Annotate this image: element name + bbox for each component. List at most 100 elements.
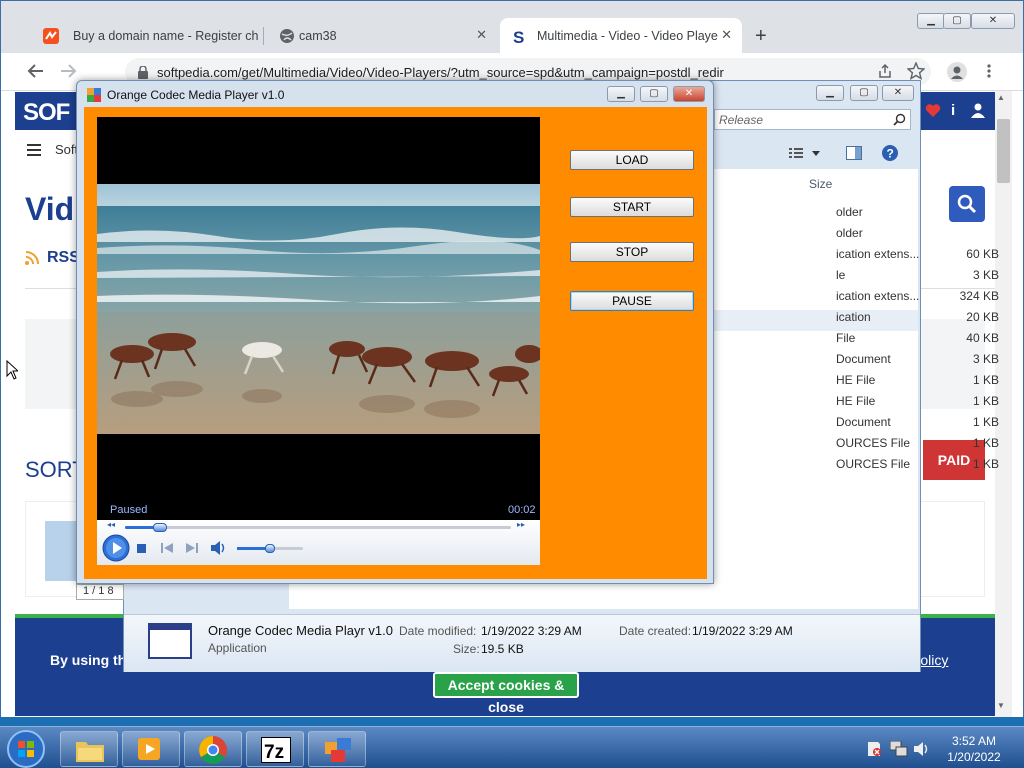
rss-link[interactable]: RSS	[47, 249, 80, 267]
view-options-icon[interactable]	[789, 147, 821, 159]
file-size: 40 KB	[966, 331, 999, 345]
volume-slider[interactable]	[237, 544, 303, 553]
taskbar: 7z 3:52 AM 1/20/2022	[0, 726, 1024, 768]
tab-strip: Buy a domain name - Register ch cam38 ✕ …	[1, 1, 1023, 53]
network-icon[interactable]	[890, 741, 908, 757]
start-button[interactable]: START	[570, 197, 694, 217]
volume-handle[interactable]	[265, 544, 275, 553]
info-icon[interactable]: i	[951, 102, 955, 119]
status-bar-fragment: 1 / 1 8	[76, 584, 124, 600]
new-tab-button[interactable]: +	[755, 25, 767, 48]
tab-domain[interactable]: Buy a domain name - Register ch	[29, 18, 261, 53]
file-size: 3 KB	[972, 268, 999, 282]
explorer-search-input[interactable]: Release	[714, 109, 911, 130]
heart-icon[interactable]	[925, 103, 941, 118]
clock-time: 3:52 AM	[951, 734, 997, 748]
seek-bar[interactable]	[125, 523, 511, 532]
app-icon	[87, 88, 101, 102]
tab-close-icon[interactable]: ✕	[721, 27, 732, 43]
action-center-icon[interactable]	[866, 741, 882, 757]
load-button[interactable]: LOAD	[570, 150, 694, 170]
tab-label: Buy a domain name - Register ch	[73, 29, 259, 43]
rss-icon[interactable]	[25, 251, 39, 265]
explorer-maximize-button[interactable]: ▢	[850, 85, 878, 101]
url-text: softpedia.com/get/Multimedia/Video/Video…	[157, 65, 724, 80]
tab-label: cam38	[299, 29, 337, 43]
seek-handle[interactable]	[152, 523, 167, 532]
detail-modified-value: 1/19/2022 3:29 AM	[481, 624, 582, 638]
file-size: 1 KB	[972, 415, 999, 429]
video-display[interactable]: Paused 00:02	[97, 117, 540, 520]
stop-icon[interactable]	[137, 544, 146, 553]
hamburger-icon[interactable]	[27, 144, 41, 156]
detail-size-value: 19.5 KB	[481, 642, 524, 656]
preview-pane-icon[interactable]	[846, 146, 862, 160]
transport-controls: ◂◂ ▸▸	[97, 520, 540, 565]
detail-filename: Orange Codec Media Playr v1.0	[208, 623, 393, 638]
fast-forward-icon[interactable]: ▸▸	[517, 520, 525, 529]
scrollbar-thumb[interactable]	[997, 119, 1010, 183]
explorer-close-button[interactable]: ✕	[882, 85, 914, 101]
7zip-icon: 7z	[261, 737, 291, 763]
globe-icon	[279, 28, 295, 44]
file-name: older	[836, 226, 863, 240]
taskbar-chrome[interactable]	[184, 731, 242, 767]
explorer-minimize-button[interactable]: ▁	[816, 85, 844, 101]
player-close-button[interactable]: ✕	[673, 86, 705, 102]
tab-cam38[interactable]: cam38 ✕	[265, 18, 497, 53]
file-size: 60 KB	[966, 247, 999, 261]
nav-breadcrumb[interactable]: Soft	[55, 142, 78, 157]
stop-button[interactable]: STOP	[570, 242, 694, 262]
scroll-up-icon[interactable]: ▲	[997, 93, 1005, 102]
detail-created-label: Date created:	[619, 624, 692, 638]
taskbar-7zip[interactable]: 7z	[246, 731, 304, 767]
size-column-header[interactable]: Size	[809, 177, 832, 191]
taskbar-explorer[interactable]	[60, 731, 118, 767]
tab-close-icon[interactable]: ✕	[476, 27, 487, 43]
play-button[interactable]	[102, 534, 130, 562]
profile-icon[interactable]	[947, 62, 967, 82]
tab-softpedia[interactable]: S Multimedia - Video - Video Playe ✕	[500, 18, 742, 53]
folder-icon	[76, 738, 104, 762]
minimize-button[interactable]: ▁	[917, 13, 945, 29]
mouse-cursor-icon	[6, 360, 18, 380]
back-icon[interactable]	[27, 62, 45, 80]
file-size: 1 KB	[972, 436, 999, 450]
svg-text:?: ?	[887, 147, 894, 161]
media-player-window: Orange Codec Media Player v1.0 ▁ ▢ ✕ Pau…	[76, 80, 714, 584]
search-button[interactable]	[949, 186, 985, 222]
accept-cookies-button[interactable]: Accept cookies & close	[433, 672, 579, 715]
share-icon[interactable]	[877, 63, 893, 79]
previous-icon[interactable]	[161, 543, 173, 553]
file-size: 1 KB	[972, 373, 999, 387]
next-icon[interactable]	[186, 543, 198, 553]
start-button[interactable]	[6, 729, 46, 768]
player-minimize-button[interactable]: ▁	[607, 86, 635, 102]
scroll-down-icon[interactable]: ▼	[997, 701, 1005, 710]
file-size: 3 KB	[972, 352, 999, 366]
taskbar-app[interactable]	[308, 731, 366, 767]
tab-divider	[263, 27, 264, 45]
app-windows-icon	[325, 738, 351, 762]
application-icon	[148, 623, 192, 659]
file-size: 20 KB	[966, 310, 999, 324]
pause-button[interactable]: PAUSE	[570, 291, 694, 311]
clock[interactable]: 3:52 AM 1/20/2022	[944, 733, 1004, 765]
file-size: 324 KB	[959, 289, 999, 303]
bookmark-star-icon[interactable]	[907, 62, 925, 80]
svg-text:7z: 7z	[264, 742, 284, 763]
player-client-area: Paused 00:02 ◂◂ ▸▸ LOAD START STOP PAUSE	[84, 107, 707, 579]
close-button[interactable]: ✕	[971, 13, 1015, 29]
help-icon[interactable]: ?	[882, 145, 898, 161]
taskbar-media-player[interactable]	[122, 731, 180, 767]
forward-icon[interactable]	[59, 62, 77, 80]
chrome-icon	[198, 735, 228, 765]
menu-kebab-icon[interactable]	[985, 63, 993, 79]
maximize-button[interactable]: ▢	[943, 13, 971, 29]
rewind-icon[interactable]: ◂◂	[107, 520, 115, 529]
user-icon[interactable]	[971, 103, 985, 118]
volume-tray-icon[interactable]	[914, 741, 930, 757]
volume-icon[interactable]	[211, 541, 227, 555]
player-maximize-button[interactable]: ▢	[640, 86, 668, 102]
softpedia-logo[interactable]: SOF	[23, 99, 70, 127]
